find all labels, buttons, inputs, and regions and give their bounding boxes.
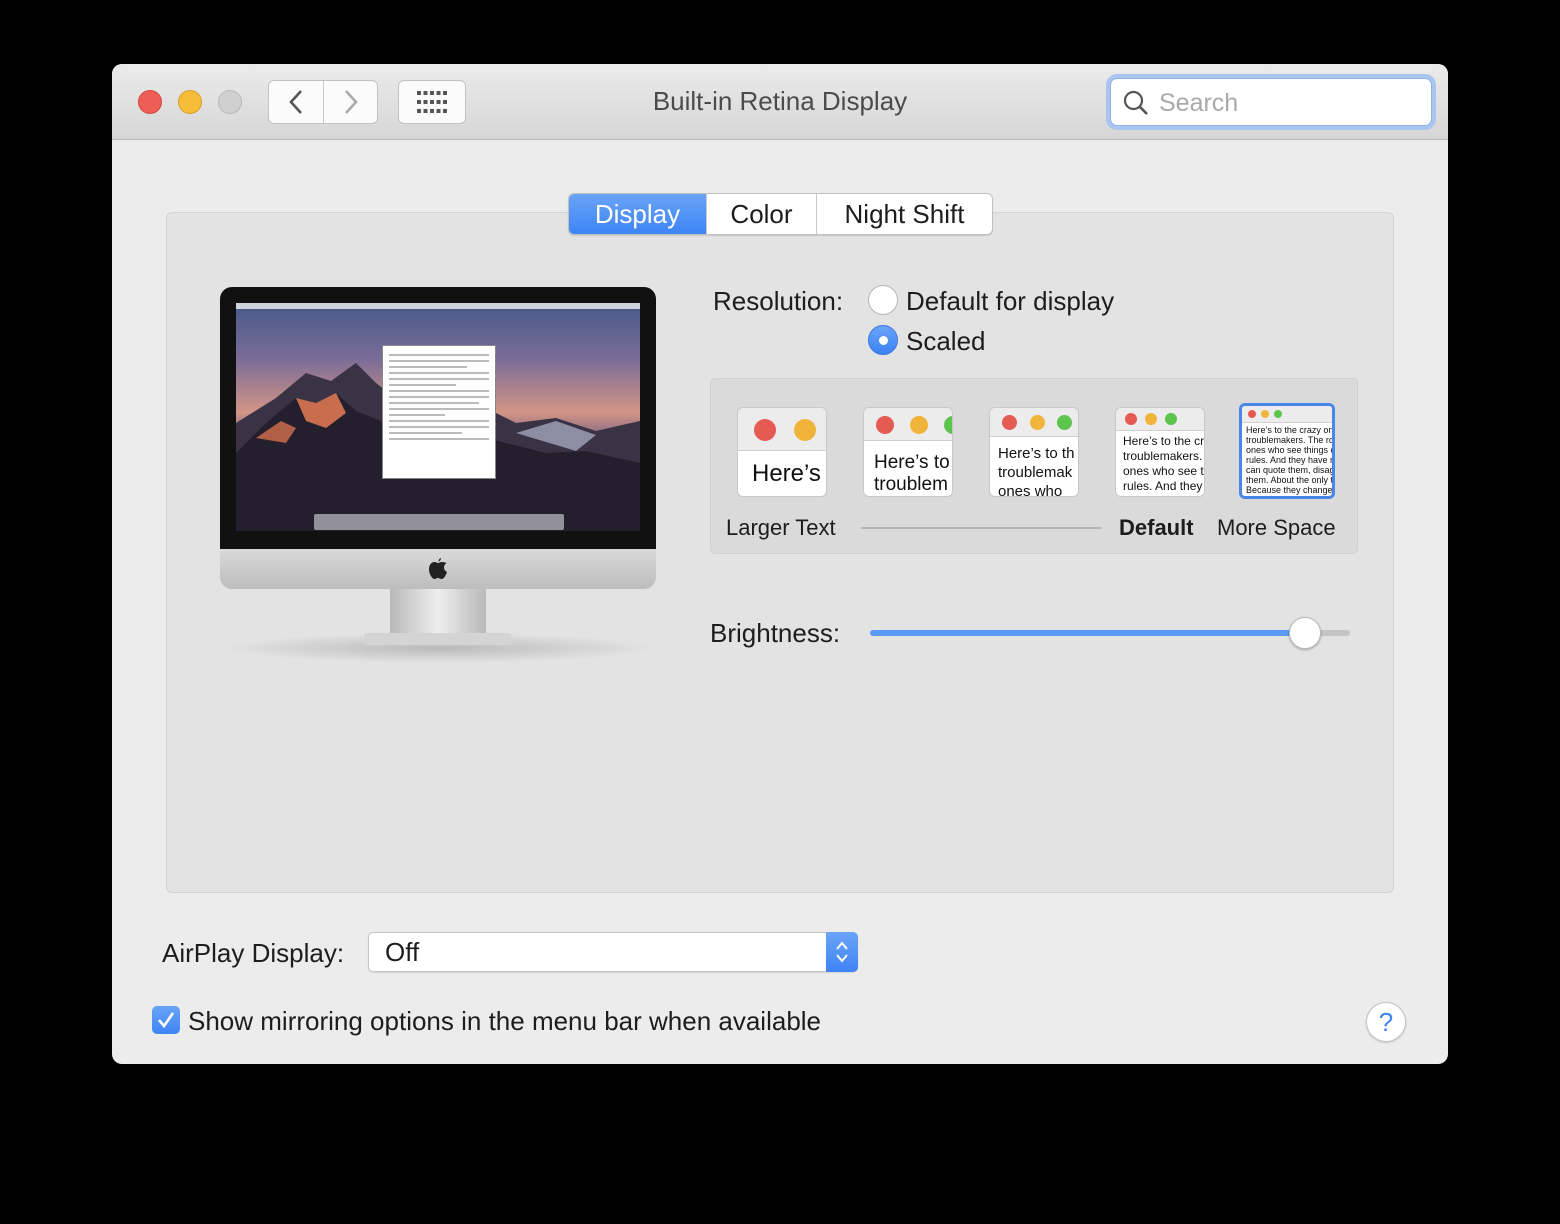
window-title: Built-in Retina Display [652, 86, 908, 116]
scaling-options: Here’s Here’s to troublem Here’s to th t… [710, 378, 1358, 554]
scale-preview-text: Here’s [752, 460, 821, 487]
preferences-window: Built-in Retina Display Display Color Ni… [112, 64, 1448, 1064]
desktop-wallpaper [236, 303, 640, 531]
scale-preview-text: Here’s to troublem [874, 452, 950, 495]
chevron-right-icon [345, 90, 358, 114]
brightness-slider[interactable] [870, 617, 1350, 649]
nav-buttons [268, 80, 378, 124]
more-space-label: More Space [1217, 515, 1336, 540]
title-bar: Built-in Retina Display [112, 64, 1448, 140]
scale-option-5-selected[interactable]: Here’s to the crazy one troublemakers. T… [1239, 403, 1335, 499]
close-button[interactable] [138, 90, 162, 114]
airplay-label: AirPlay Display: [162, 938, 345, 968]
dock [314, 514, 564, 530]
minimize-button[interactable] [178, 90, 202, 114]
scale-preview-text: Here’s to the cr troublemakers. ones who… [1123, 434, 1204, 493]
scale-option-3[interactable]: Here’s to th troublemak ones who [989, 407, 1079, 497]
radio-default-for-display[interactable] [868, 285, 898, 315]
scale-preview-text: Here’s to th troublemak ones who [998, 445, 1075, 497]
search-input[interactable] [1157, 85, 1421, 121]
scale-preview-text: Here’s to the crazy one troublemakers. T… [1246, 425, 1332, 495]
resolution-label: Resolution: [713, 286, 844, 316]
help-button[interactable]: ? [1366, 1002, 1406, 1042]
tab-display[interactable]: Display [569, 194, 706, 234]
airplay-popup[interactable]: Off [368, 932, 858, 972]
popup-arrows-icon [826, 932, 858, 972]
brightness-label: Brightness: [710, 618, 841, 648]
grid-icon [417, 91, 447, 113]
larger-text-label: Larger Text [726, 515, 836, 540]
document-window [382, 345, 496, 479]
back-button[interactable] [269, 81, 324, 123]
show-all-button[interactable] [398, 80, 466, 124]
zoom-button[interactable] [218, 90, 242, 114]
mirroring-label[interactable]: Show mirroring options in the menu bar w… [188, 1006, 821, 1037]
scale-divider [861, 527, 1101, 529]
default-for-display-label[interactable]: Default for display [906, 286, 1114, 317]
search-field[interactable] [1110, 78, 1432, 126]
scale-option-2[interactable]: Here’s to troublem [863, 407, 953, 497]
scaled-label[interactable]: Scaled [906, 326, 986, 357]
tab-night-shift[interactable]: Night Shift [816, 194, 992, 234]
default-scale-label: Default [1119, 515, 1194, 540]
scale-option-1[interactable]: Here’s [737, 407, 827, 497]
mirroring-checkbox[interactable] [152, 1006, 180, 1034]
apple-logo-icon [429, 558, 447, 579]
brightness-fill [870, 630, 1304, 636]
forward-button[interactable] [324, 81, 378, 123]
brightness-knob[interactable] [1288, 617, 1321, 649]
tab-color[interactable]: Color [706, 194, 816, 234]
chevron-left-icon [289, 90, 302, 114]
airplay-value: Off [385, 937, 420, 967]
checkmark-icon [158, 1012, 175, 1029]
search-icon [1123, 90, 1148, 115]
radio-scaled[interactable] [868, 325, 898, 355]
tab-bar: Display Color Night Shift [568, 193, 993, 235]
scale-option-4[interactable]: Here’s to the cr troublemakers. ones who… [1115, 407, 1205, 497]
display-illustration [220, 287, 656, 667]
